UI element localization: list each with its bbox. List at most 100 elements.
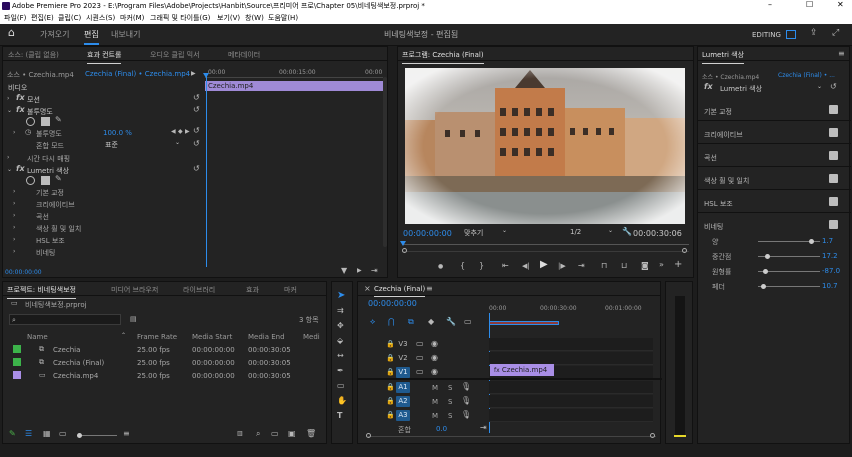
keyframe-prev-icon[interactable]: ◀: [171, 128, 176, 136]
vignette-checkbox[interactable]: [829, 220, 838, 229]
tab-source[interactable]: 소스: (클립 없음): [8, 50, 59, 60]
quality-dropdown[interactable]: 1/2 ⌄: [568, 227, 616, 238]
rect-mask-icon[interactable]: [41, 117, 50, 126]
fx-icon[interactable]: fx: [704, 83, 713, 91]
timeline-clip-v1[interactable]: fx Czechia.mp4: [490, 364, 554, 376]
new-bin-search-icon[interactable]: ▤: [130, 315, 137, 323]
lift-icon[interactable]: ⊓: [601, 262, 607, 270]
captions-icon[interactable]: ▭: [464, 318, 472, 326]
vignette-slider-knob[interactable]: [809, 239, 814, 244]
play-only-audio-icon[interactable]: ▶: [357, 267, 362, 275]
solo-button[interactable]: S: [448, 384, 452, 392]
col-media-start[interactable]: Media Start: [192, 333, 232, 341]
col-media-end[interactable]: Media End: [248, 333, 285, 341]
vignette-slider-track[interactable]: [758, 269, 820, 274]
export-frame-icon[interactable]: ⇥: [371, 267, 378, 275]
vignette-slider-track[interactable]: [758, 284, 820, 289]
ellipse-mask-icon[interactable]: [26, 176, 35, 185]
zoom-left-handle[interactable]: [402, 248, 407, 253]
camera-icon[interactable]: ◙: [641, 262, 649, 270]
home-icon[interactable]: ⌂: [8, 27, 15, 38]
workspaces-icon[interactable]: [786, 30, 796, 39]
pen-mask-icon[interactable]: ✎: [55, 175, 62, 183]
add-button-icon[interactable]: +: [674, 260, 682, 270]
tab-lumetri[interactable]: Lumetri 색상: [702, 50, 745, 64]
stopwatch-icon[interactable]: ◷: [25, 128, 31, 136]
voiceover-mic-icon[interactable]: 🎙: [461, 383, 471, 391]
eye-icon[interactable]: ◉: [431, 368, 438, 376]
go-to-out-icon[interactable]: ⇥: [480, 424, 487, 432]
table-row[interactable]: ⧉ Czechia 25.00 fps 00:00:00:00 00:00:30:05: [3, 343, 328, 356]
target-clip-label[interactable]: Czechia (Final) • Czechia.mp4: [85, 70, 190, 78]
section-hsl[interactable]: HSL 보조: [704, 199, 733, 209]
voiceover-mic-icon[interactable]: 🎙: [461, 411, 471, 419]
hand-tool-icon[interactable]: ✋: [337, 397, 347, 405]
blend-mode-dropdown[interactable]: 표준 ⌄: [103, 139, 183, 149]
play-icon[interactable]: ▶: [540, 260, 548, 270]
sync-lock-icon[interactable]: ▭: [416, 340, 424, 348]
sync-lock-icon[interactable]: ▭: [416, 354, 424, 362]
sort-icons-icon[interactable]: ≡: [123, 430, 130, 438]
curves-checkbox[interactable]: [829, 151, 838, 160]
track-lane[interactable]: [489, 338, 653, 351]
vignette-slider-value[interactable]: -87.0: [822, 267, 840, 275]
linked-selection-icon[interactable]: ⧉: [408, 318, 414, 326]
solo-button[interactable]: S: [448, 398, 452, 406]
vignette-slider-knob[interactable]: [762, 269, 768, 274]
track-target-v3[interactable]: V3: [396, 339, 410, 350]
lumetri-target-label[interactable]: Czechia (Final) • ...: [778, 72, 835, 79]
menu-file[interactable]: 파일(F): [4, 13, 26, 23]
new-bin-icon[interactable]: ▭: [271, 430, 279, 438]
menu-sequence[interactable]: 시퀀스(S): [86, 13, 115, 23]
opacity-reset-icon[interactable]: ↺: [193, 106, 200, 114]
tab-import[interactable]: 가져오기: [40, 29, 69, 40]
track-lane[interactable]: [489, 409, 653, 422]
label-color-swatch[interactable]: [13, 371, 21, 379]
track-select-tool-icon[interactable]: ⇉: [337, 307, 344, 315]
keyframe-next-icon[interactable]: ▶: [185, 128, 190, 136]
tab-libraries[interactable]: 라이브러리: [183, 285, 215, 295]
master-value[interactable]: 0.0: [436, 425, 447, 433]
track-lane[interactable]: [489, 381, 653, 394]
mute-button[interactable]: M: [432, 384, 438, 392]
list-view-icon[interactable]: ☰: [25, 430, 32, 438]
vignette-slider-value[interactable]: 1.7: [822, 237, 833, 245]
menu-view[interactable]: 보기(V): [217, 13, 240, 23]
program-timecode[interactable]: 00:00:00:00: [403, 229, 452, 238]
lumetri-effect-dropdown[interactable]: Lumetri 색상 ⌄: [716, 83, 824, 93]
fx-icon[interactable]: fx: [16, 165, 25, 173]
go-to-out-icon[interactable]: ⇥: [578, 262, 585, 270]
vignette-slider-track[interactable]: [758, 239, 820, 244]
table-row[interactable]: ▭ Czechia.mp4 25.00 fps 00:00:00:00 00:00:30…: [3, 369, 328, 382]
tab-effects[interactable]: 효과: [246, 285, 259, 295]
share-icon[interactable]: ⇪: [810, 29, 818, 38]
track-target-v2[interactable]: V2: [396, 353, 410, 364]
blend-reset-icon[interactable]: ↺: [193, 140, 200, 148]
track-target-a1[interactable]: A1: [396, 382, 410, 393]
h-scroll-right-handle[interactable]: [650, 433, 655, 438]
track-lock-icon[interactable]: 🔒: [386, 340, 395, 348]
pen-mask-icon[interactable]: ✎: [55, 116, 62, 124]
vignette-slider-value[interactable]: 17.2: [822, 252, 838, 260]
add-marker-icon[interactable]: ◆: [428, 318, 434, 326]
hsl-expand-icon[interactable]: ›: [13, 236, 15, 244]
project-search-field[interactable]: ⌕: [9, 314, 121, 325]
ec-scrollbar[interactable]: [383, 77, 387, 247]
motion-expand-icon[interactable]: ›: [7, 95, 9, 103]
menu-window[interactable]: 창(W): [245, 13, 264, 23]
track-lock-icon[interactable]: 🔒: [386, 368, 395, 376]
pencil-icon[interactable]: ✎: [9, 430, 16, 438]
opacity-value[interactable]: 100.0 %: [103, 129, 132, 137]
vignette-slider-knob[interactable]: [765, 254, 771, 259]
icon-view-icon[interactable]: ▦: [43, 430, 51, 438]
minimize-button[interactable]: –: [768, 0, 772, 9]
freeform-view-icon[interactable]: ▭: [59, 430, 67, 438]
track-lock-icon[interactable]: 🔒: [386, 397, 395, 405]
sort-up-icon[interactable]: ⌃: [121, 332, 126, 340]
h-scroll-left-handle[interactable]: [366, 433, 371, 438]
menu-marker[interactable]: 마커(M): [120, 13, 144, 23]
eye-icon[interactable]: ◉: [431, 354, 438, 362]
thumbnail-zoom-slider[interactable]: [77, 433, 117, 438]
lumetri-collapse-icon[interactable]: ⌄: [7, 166, 12, 174]
lumetri-item-vignette[interactable]: 비네팅: [36, 248, 55, 258]
